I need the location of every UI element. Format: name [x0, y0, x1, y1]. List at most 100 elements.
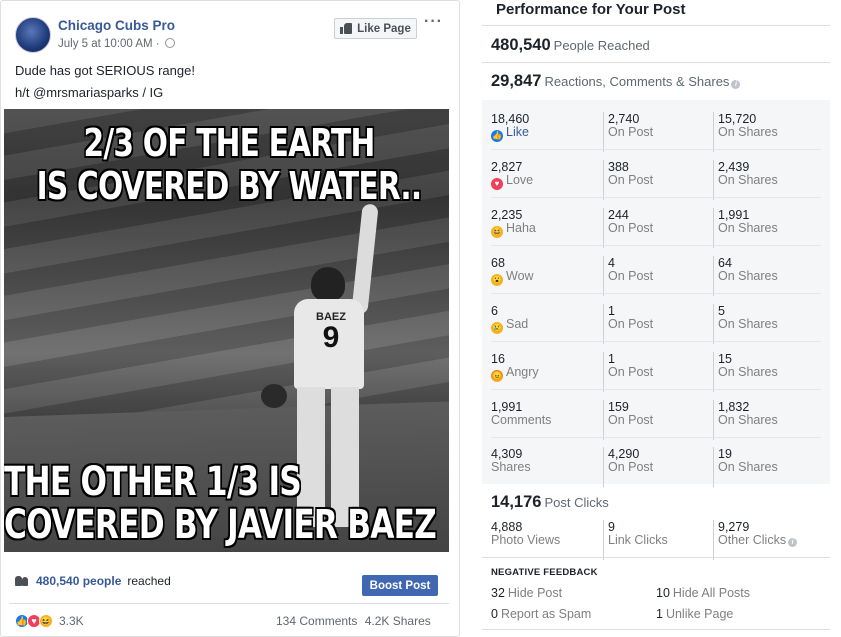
post-clicks-stat: 14,176 Post Clicks: [491, 493, 609, 512]
on-post-value: 1: [608, 352, 615, 366]
on-shares-label: On Shares: [718, 269, 778, 283]
reaction-total-cell: 2,827 ♥ Love: [491, 160, 601, 200]
shares-total-value: 4,309: [491, 447, 523, 461]
like-page-button[interactable]: Like Page: [334, 18, 417, 39]
on-shares-label: On Shares: [718, 221, 778, 235]
on-shares-value: 5: [718, 304, 725, 318]
reactions-breakdown: 18,460 👍 Like 2,740 On Post 15,720 On Shares…: [482, 100, 830, 487]
engagement-value: 29,847: [491, 72, 542, 90]
on-post-cell: 1 On Post: [603, 352, 711, 392]
reaction-total-value: 18,460: [491, 112, 530, 126]
unlike-value: 1: [656, 607, 663, 621]
link-clicks-label: Link Clicks: [608, 533, 668, 547]
angry-icon: 😠: [491, 370, 503, 382]
reaction-total-value: 2,827: [491, 160, 523, 174]
reaction-label: Wow: [506, 269, 534, 283]
on-post-value: 4,290: [608, 447, 640, 461]
shares-total-cell: 4,309 Shares: [491, 447, 601, 487]
reach-count-link[interactable]: 480,540 people: [36, 574, 121, 588]
love-icon: ♥: [491, 178, 503, 190]
on-post-cell: 4 On Post: [603, 256, 711, 296]
info-icon[interactable]: i: [788, 538, 798, 547]
clicks-breakdown: 4,888 Photo Views 9 Link Clicks 9,279 Other…: [482, 520, 830, 560]
on-shares-label: On Shares: [718, 365, 778, 379]
reaction-total-value: 68: [491, 256, 505, 270]
player-head: [311, 267, 345, 301]
unlike-label: Unlike Page: [665, 607, 734, 621]
divider: [491, 197, 821, 198]
meme-top-line2: IS COVERED BY WATER..: [36, 164, 423, 208]
on-post-label: On Post: [608, 269, 654, 283]
photo-views-label: Photo Views: [491, 533, 561, 547]
reaction-total-value: 2,235: [491, 208, 523, 222]
hide-all-value: 10: [656, 586, 670, 600]
boost-post-button[interactable]: Boost Post: [362, 575, 438, 596]
haha-reaction-icon: 😆: [39, 614, 53, 628]
other-clicks-label: Other Clicks: [718, 533, 787, 547]
reaction-label: Love: [506, 173, 534, 187]
divider: [491, 389, 821, 390]
people-icon: [15, 576, 30, 586]
reaction-label: Sad: [506, 317, 529, 331]
on-shares-label: On Shares: [718, 460, 778, 474]
post-timestamp[interactable]: July 5 at 10:00 AM ·: [58, 38, 175, 50]
reach-row: 480,540 people reached: [15, 574, 171, 588]
comments-label: Comments: [491, 413, 552, 427]
hide-post-value: 32: [491, 586, 505, 600]
on-shares-value: 19: [718, 447, 732, 461]
on-shares-label: On Shares: [718, 317, 778, 331]
photo-views-cell: 4,888 Photo Views: [491, 520, 601, 560]
engagement-label: Reactions, Comments & Shares: [544, 74, 730, 89]
on-shares-cell: 5 On Shares: [713, 304, 823, 344]
divider: [482, 629, 830, 630]
on-post-cell: 4,290 On Post: [603, 447, 711, 487]
haha-icon: 😆: [491, 226, 503, 238]
info-icon[interactable]: i: [731, 80, 741, 89]
more-options-icon[interactable]: ···: [424, 13, 443, 31]
on-post-cell: 244 On Post: [603, 208, 711, 248]
on-shares-cell: 19 On Shares: [713, 447, 823, 487]
facebook-post: Chicago Cubs Pro July 5 at 10:00 AM · Li…: [0, 0, 460, 637]
reach-suffix: reached: [127, 574, 171, 588]
row-comments: 1,991 Comments 159 On Post 1,832 On Shares: [482, 400, 830, 447]
reaction-row-wow: 68 😮 Wow 4 On Post 64 On Shares: [482, 256, 830, 303]
on-post-value: 2,740: [608, 112, 640, 126]
spam-label: Report as Spam: [500, 607, 592, 621]
on-post-label: On Post: [608, 317, 654, 331]
on-shares-cell: 1,832 On Shares: [713, 400, 823, 440]
divider: [482, 557, 830, 558]
globe-icon: [164, 38, 175, 48]
jersey-number: 9: [322, 321, 340, 354]
other-clicks-cell: 9,279 Other Clicks i: [713, 520, 823, 560]
spam-value: 0: [491, 607, 498, 621]
post-clicks-label: Post Clicks: [544, 495, 609, 510]
unlike-stat: 1 Unlike Page: [656, 607, 733, 621]
on-post-label: On Post: [608, 125, 654, 139]
on-shares-value: 15,720: [718, 112, 757, 126]
reaction-total-value: 6: [491, 304, 498, 318]
divider: [491, 149, 821, 150]
reaction-total-cell: 6 😢 Sad: [491, 304, 601, 344]
on-post-value: 1: [608, 304, 615, 318]
row-shares: 4,309 Shares 4,290 On Post 19 On Shares: [482, 447, 830, 494]
performance-title: Performance for Your Post: [496, 1, 686, 18]
post-text-line2: h/t @mrsmariasparks / IG: [15, 85, 164, 100]
meme-bottom-line2: COVERED BY JAVIER BAEZ: [4, 502, 437, 548]
comments-count-link[interactable]: 134 Comments: [276, 614, 357, 628]
timestamp-text: July 5 at 10:00 AM ·: [58, 38, 160, 50]
reaction-total-cell: 16 😠 Angry: [491, 352, 601, 392]
people-reached-value: 480,540: [491, 36, 551, 54]
people-reached-label: People Reached: [553, 38, 650, 53]
page-avatar[interactable]: [15, 17, 51, 53]
reaction-total-cell: 18,460 👍 Like: [491, 112, 601, 152]
post-image[interactable]: BAEZ 9 2/3 OF THE EARTH IS COVERED BY WA…: [4, 109, 449, 552]
on-post-value: 4: [608, 256, 615, 270]
divider: [491, 293, 821, 294]
spam-stat: 0 Report as Spam: [491, 607, 591, 621]
page-name-link[interactable]: Chicago Cubs Pro: [58, 18, 175, 33]
shares-count-link[interactable]: 4.2K Shares: [365, 614, 431, 628]
reaction-total-cell: 2,235 😆 Haha: [491, 208, 601, 248]
hide-post-label: Hide Post: [507, 586, 563, 600]
photo-views-value: 4,888: [491, 520, 523, 534]
reactions-summary[interactable]: 👍 ♥ 😆 3.3K: [15, 614, 84, 628]
